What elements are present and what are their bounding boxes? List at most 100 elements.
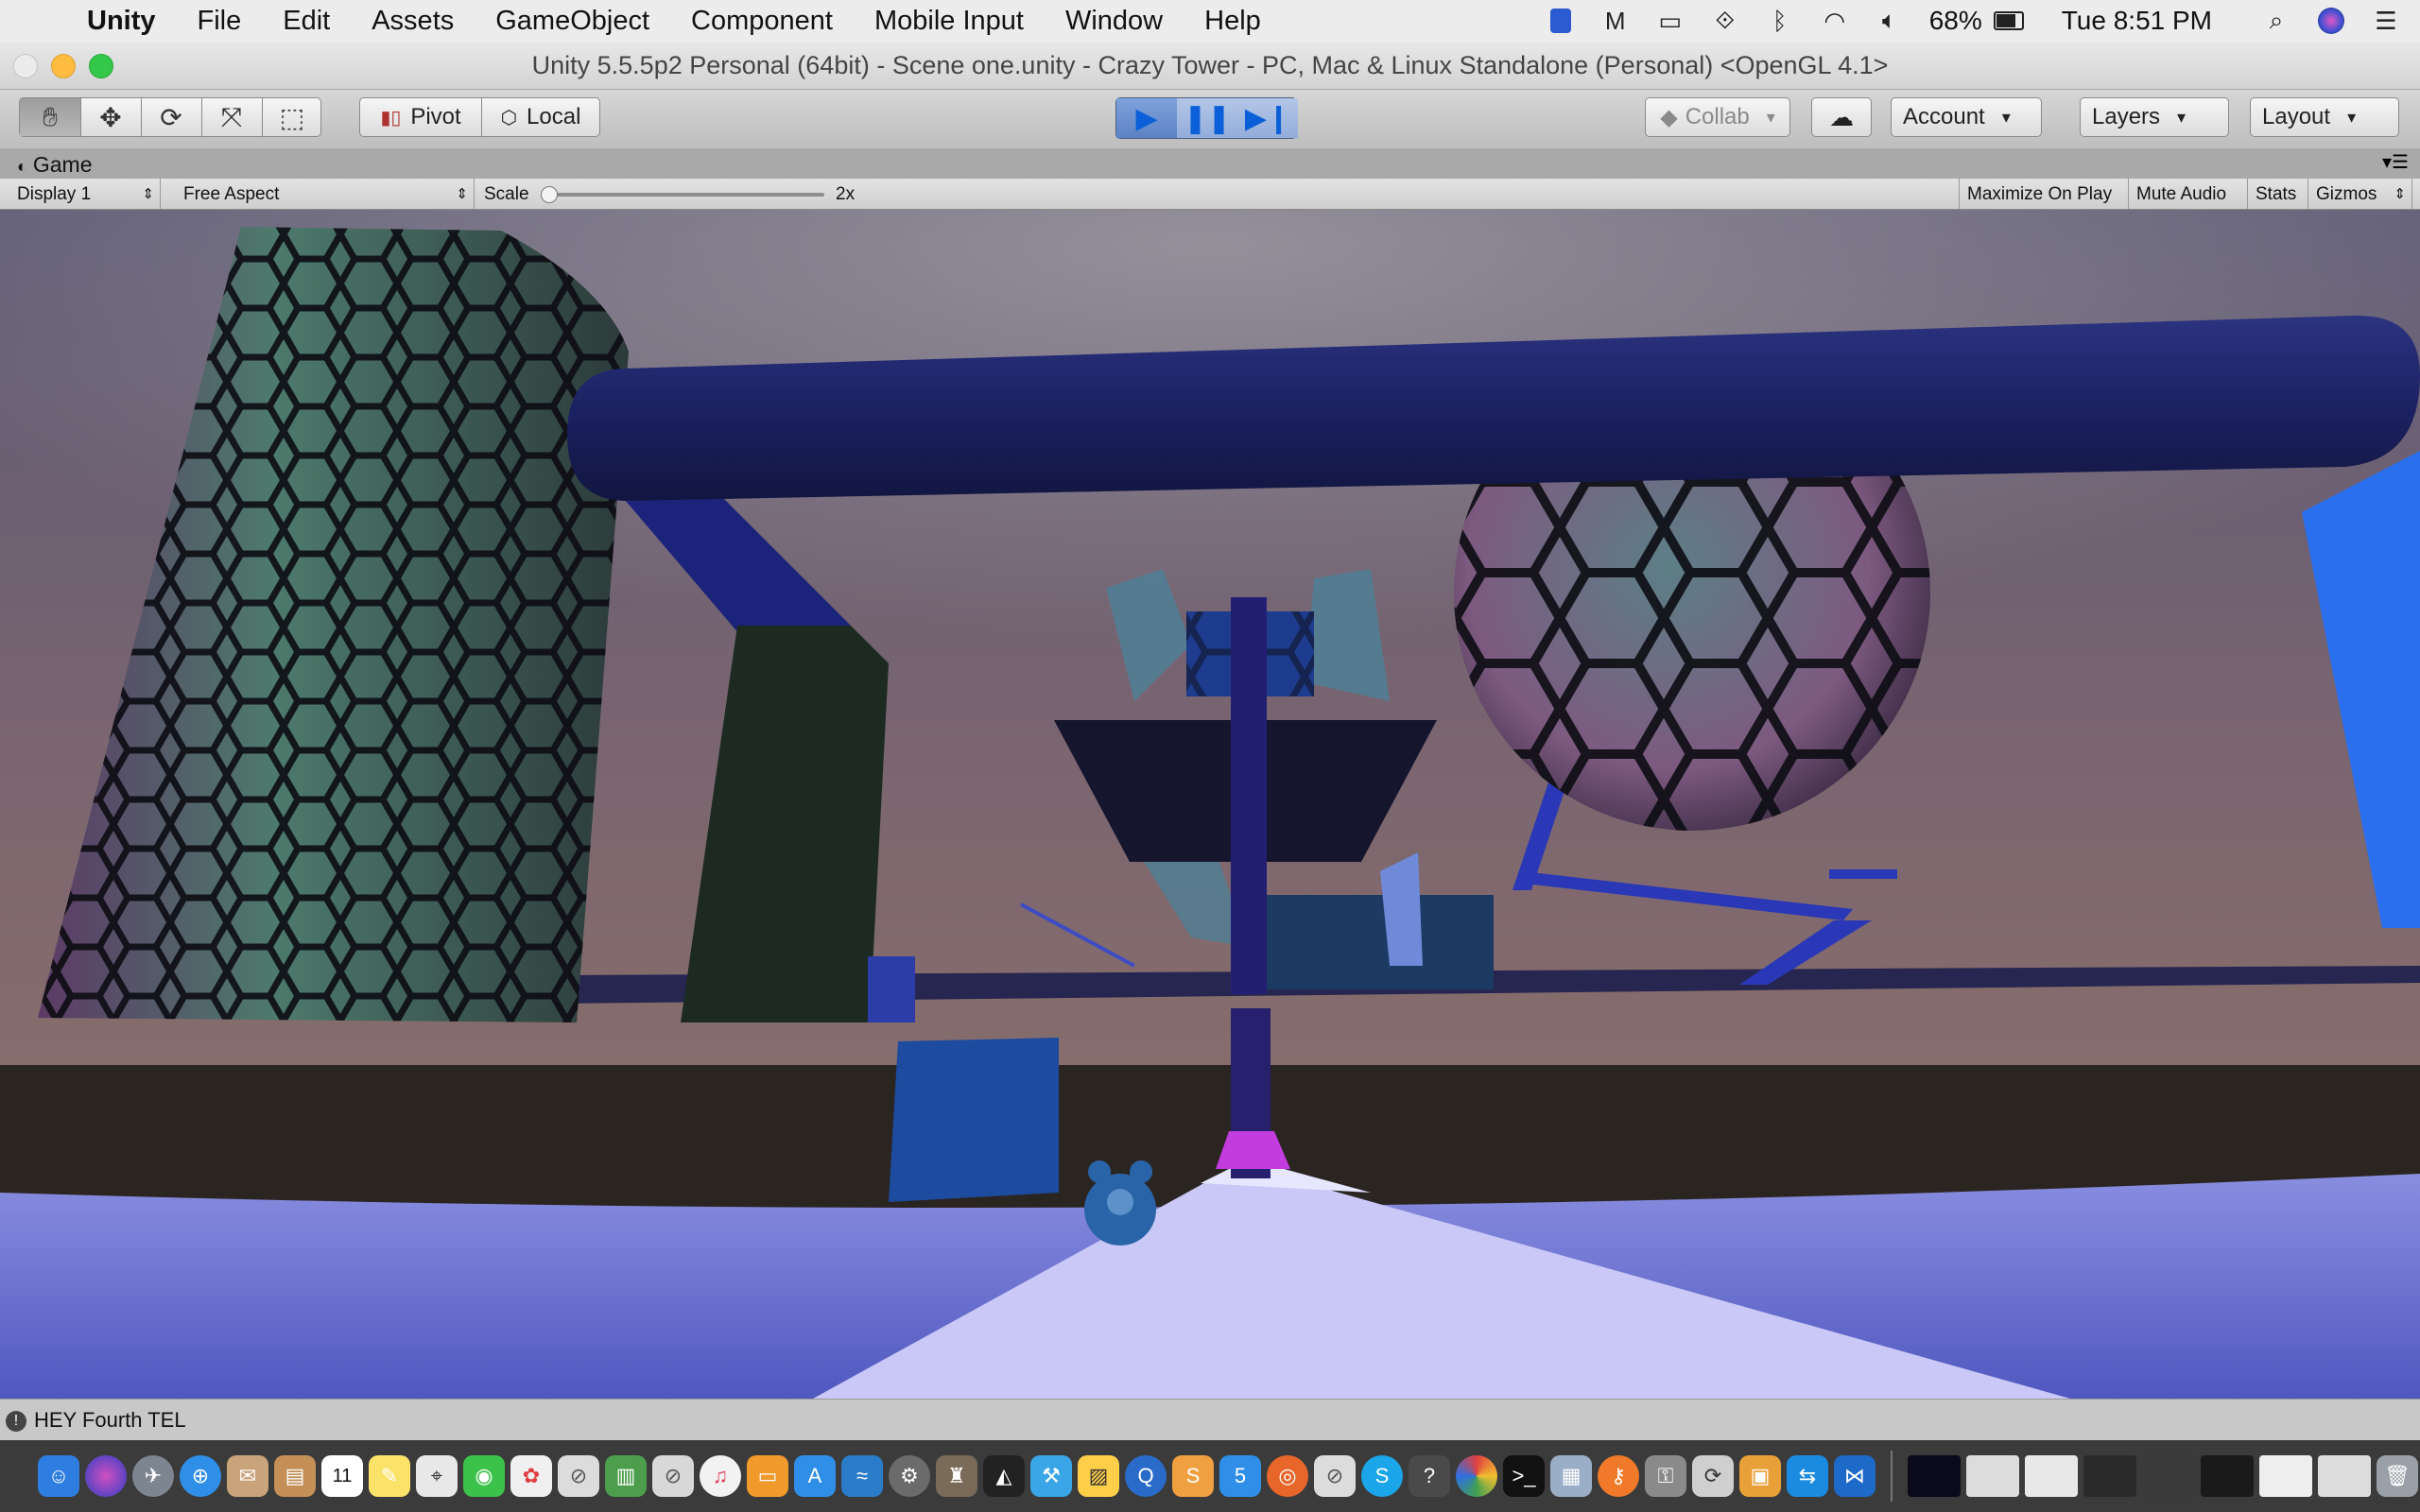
display-icon[interactable]: ▭ — [1655, 6, 1685, 36]
blocked-app-icon[interactable]: ⊘ — [558, 1455, 599, 1497]
minimized-window-3[interactable] — [2025, 1455, 2078, 1497]
xcode-tools-icon[interactable]: ⚒ — [1030, 1455, 1072, 1497]
rotate-tool-icon[interactable]: ⟳ — [141, 98, 202, 136]
hand-tool-icon[interactable]: ✋︎ — [20, 98, 81, 136]
menu-assets[interactable]: Assets — [351, 6, 475, 37]
unity-icon[interactable]: ◭ — [983, 1455, 1025, 1497]
archive-utility-icon[interactable]: ♜ — [936, 1455, 977, 1497]
collab-dropdown[interactable]: ◆ Collab — [1645, 97, 1790, 137]
image-capture-icon[interactable]: ▦ — [1550, 1455, 1592, 1497]
minimized-window-7[interactable] — [2259, 1455, 2312, 1497]
minimized-window-6[interactable] — [2201, 1455, 2254, 1497]
play-button[interactable]: ▶ — [1116, 98, 1178, 138]
notes-icon[interactable]: ✎ — [369, 1455, 410, 1497]
bluetooth-icon[interactable]: ᛒ — [1765, 6, 1795, 36]
step-button[interactable]: ▶❙ — [1237, 98, 1298, 138]
wifi-icon[interactable]: ◠ — [1820, 6, 1850, 36]
layout-dropdown[interactable]: Layout — [2250, 97, 2399, 137]
maps-icon[interactable]: ⌖ — [416, 1455, 458, 1497]
gizmos-dropdown[interactable]: Gizmos — [2308, 179, 2412, 210]
xcode-icon[interactable]: ≈ — [841, 1455, 883, 1497]
pivot-toggle[interactable]: ▮▯ Pivot — [359, 97, 482, 137]
pause-button[interactable]: ❚❚ — [1177, 98, 1238, 138]
malwarebytes-icon[interactable]: M — [1600, 6, 1631, 36]
game-viewport[interactable] — [0, 210, 2420, 1399]
preview-icon[interactable]: ▨ — [1078, 1455, 1119, 1497]
mute-audio-toggle[interactable]: Mute Audio — [2129, 179, 2248, 209]
finder-icon[interactable]: ☺ — [38, 1455, 79, 1497]
ssh-tool-icon[interactable]: ⚷ — [1598, 1455, 1639, 1497]
local-toggle[interactable]: ⬡ Local — [481, 97, 600, 137]
blocked-app-3-icon[interactable]: ⊘ — [1314, 1455, 1356, 1497]
volume-icon[interactable]: 🔈︎ — [1875, 6, 1905, 36]
calendar-icon[interactable]: 11 — [321, 1455, 363, 1497]
cloud-icon: ☁︎ — [1829, 102, 1854, 131]
app-menu-unity[interactable]: Unity — [66, 6, 177, 37]
blocked-app-2-icon[interactable]: ⊘ — [652, 1455, 694, 1497]
terminal-icon[interactable]: >_ — [1503, 1455, 1545, 1497]
layers-dropdown[interactable]: Layers — [2080, 97, 2229, 137]
transform-tools: ✋︎ ✥ ⟳ ⤧ ⬚ — [19, 97, 321, 137]
minimized-window-2[interactable] — [1966, 1455, 2019, 1497]
app-store-icon[interactable]: A — [794, 1455, 836, 1497]
console-status-bar[interactable]: ! HEY Fourth TEL — [0, 1399, 2420, 1441]
stats-toggle[interactable]: Stats — [2248, 179, 2308, 209]
menu-clock[interactable]: Tue 8:51 PM — [2062, 6, 2212, 36]
mail-stamp-icon[interactable]: ✉ — [227, 1455, 268, 1497]
itunes-icon[interactable]: ♫ — [700, 1455, 741, 1497]
folder-app-icon[interactable]: ▣ — [1739, 1455, 1781, 1497]
scale-tool-icon[interactable]: ⤧ — [201, 98, 263, 136]
ibooks-icon[interactable]: ▭ — [747, 1455, 788, 1497]
display-dropdown[interactable]: Display 1 — [9, 179, 161, 210]
keychain-icon[interactable]: ⚿ — [1645, 1455, 1686, 1497]
scale-value: 2x — [836, 184, 856, 204]
menu-mobile-input[interactable]: Mobile Input — [854, 6, 1045, 37]
notification-center-icon[interactable]: ☰ — [2371, 6, 2401, 36]
help-icon[interactable]: ? — [1409, 1455, 1450, 1497]
battery-icon[interactable] — [1993, 6, 2024, 36]
maximize-on-play-toggle[interactable]: Maximize On Play — [1959, 179, 2129, 209]
siri-icon[interactable] — [2316, 6, 2346, 36]
firefox-icon[interactable]: ◎ — [1267, 1455, 1308, 1497]
minimized-window-1[interactable] — [1908, 1455, 1961, 1497]
sublime-text-icon[interactable]: S — [1172, 1455, 1214, 1497]
menu-gameobject[interactable]: GameObject — [475, 6, 670, 37]
rect-tool-icon[interactable]: ⬚ — [262, 98, 322, 136]
app-tray-icon[interactable] — [1546, 6, 1576, 36]
sync-icon[interactable]: ⟐ — [1710, 6, 1740, 36]
scale-slider-thumb[interactable] — [541, 186, 558, 203]
menu-help[interactable]: Help — [1184, 6, 1282, 37]
siri-dock-icon[interactable] — [85, 1455, 127, 1497]
menu-window[interactable]: Window — [1045, 6, 1184, 37]
aspect-dropdown[interactable]: Free Aspect — [176, 179, 475, 210]
launchpad-icon[interactable]: ✈ — [132, 1455, 174, 1497]
battery-percent[interactable]: 68% — [1929, 6, 1982, 36]
trash-icon[interactable]: 🗑︎ — [2377, 1455, 2418, 1497]
minimized-window-5[interactable] — [2142, 1455, 2195, 1497]
cloud-button[interactable]: ☁︎ — [1811, 97, 1872, 137]
migration-icon[interactable]: ⟳ — [1692, 1455, 1734, 1497]
account-dropdown[interactable]: Account — [1891, 97, 2042, 137]
html5-icon[interactable]: 5 — [1219, 1455, 1261, 1497]
menu-edit[interactable]: Edit — [262, 6, 351, 37]
scale-slider-track[interactable] — [544, 193, 824, 197]
safari-icon[interactable]: ⊕ — [180, 1455, 221, 1497]
minimized-window-4[interactable] — [2083, 1455, 2136, 1497]
numbers-icon[interactable]: ▥ — [605, 1455, 647, 1497]
messages-icon[interactable]: ◉ — [463, 1455, 505, 1497]
photos-icon[interactable]: ✿ — [510, 1455, 552, 1497]
menu-component[interactable]: Component — [670, 6, 854, 37]
spotlight-search-icon[interactable]: ⌕ — [2261, 6, 2291, 36]
chrome-icon[interactable] — [1456, 1455, 1497, 1497]
skype-icon[interactable]: S — [1361, 1455, 1403, 1497]
move-tool-icon[interactable]: ✥ — [80, 98, 142, 136]
tab-game[interactable]: ◐ Game — [17, 148, 93, 179]
visual-studio-icon[interactable]: ⋈ — [1834, 1455, 1876, 1497]
system-preferences-icon[interactable]: ⚙ — [889, 1455, 930, 1497]
contacts-icon[interactable]: ▤ — [274, 1455, 316, 1497]
teamviewer-icon[interactable]: ⇆ — [1787, 1455, 1828, 1497]
quicktime-icon[interactable]: Q — [1125, 1455, 1167, 1497]
tab-menu-icon[interactable]: ▾☰ — [2382, 150, 2409, 174]
menu-file[interactable]: File — [177, 6, 263, 37]
minimized-window-8[interactable] — [2318, 1455, 2371, 1497]
